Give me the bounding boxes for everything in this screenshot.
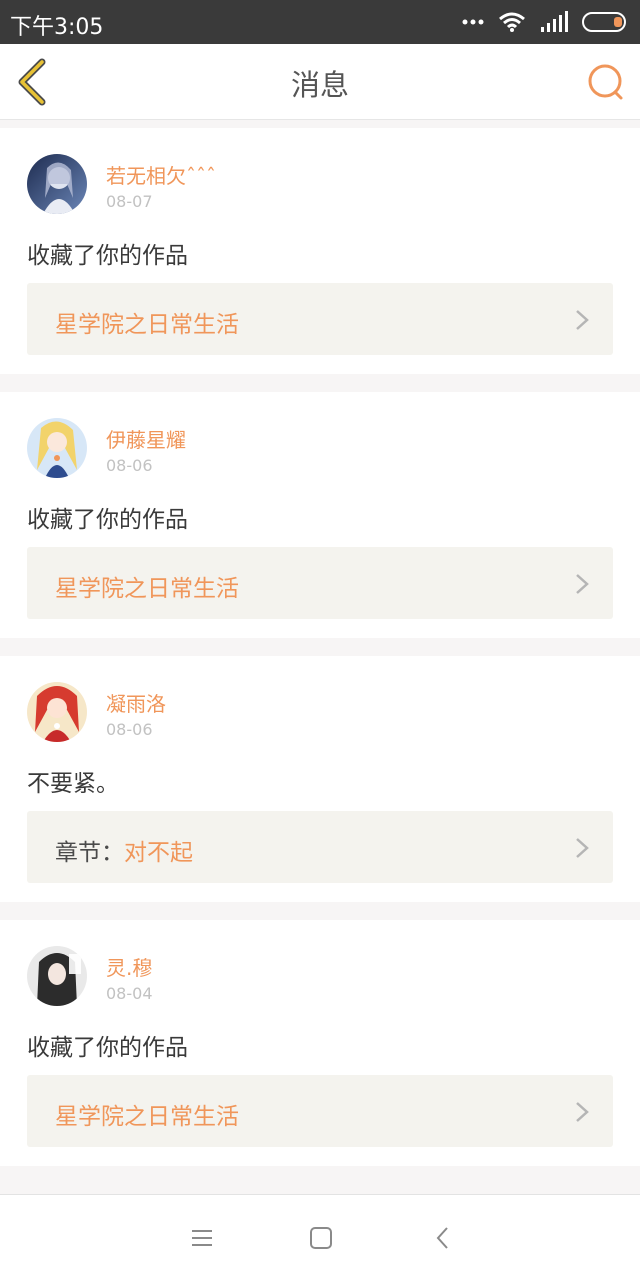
- menu-icon[interactable]: [187, 1223, 217, 1253]
- chevron-right-icon: [576, 310, 589, 330]
- user-name[interactable]: 若无相欠ˆˆˆ: [106, 160, 216, 189]
- work-link[interactable]: 星学院之日常生活: [27, 1075, 613, 1147]
- title-bar: 消息: [0, 44, 640, 120]
- battery-icon: [582, 12, 626, 32]
- message-text: 收藏了你的作品: [27, 1035, 188, 1061]
- wifi-icon: [499, 12, 525, 32]
- message-card: 凝雨洛 08-06 不要紧。 章节：对不起: [0, 656, 640, 902]
- search-icon[interactable]: [586, 62, 626, 102]
- home-icon[interactable]: [306, 1223, 336, 1253]
- status-time: 下午3:05: [10, 15, 104, 40]
- status-bar: 下午3:05: [0, 0, 640, 44]
- message-date: 08-06: [106, 720, 153, 739]
- link-title: 星学院之日常生活: [55, 1104, 239, 1130]
- link-title: 星学院之日常生活: [55, 312, 239, 338]
- work-link[interactable]: 星学院之日常生活: [27, 283, 613, 355]
- signal-icon: [541, 11, 568, 32]
- message-date: 08-07: [106, 192, 153, 211]
- page-title: 消息: [290, 68, 349, 102]
- avatar[interactable]: [27, 418, 87, 478]
- message-card: 若无相欠ˆˆˆ 08-07 收藏了你的作品 星学院之日常生活: [0, 128, 640, 374]
- chapter-link[interactable]: 章节：对不起: [27, 811, 613, 883]
- message-list: 若无相欠ˆˆˆ 08-07 收藏了你的作品 星学院之日常生活 伊藤星耀 08-0…: [0, 128, 640, 1184]
- message-text: 收藏了你的作品: [27, 507, 188, 533]
- chevron-right-icon: [576, 838, 589, 858]
- message-card: 灵.穆 08-04 收藏了你的作品 星学院之日常生活: [0, 920, 640, 1166]
- message-card: 伊藤星耀 08-06 收藏了你的作品 星学院之日常生活: [0, 392, 640, 638]
- avatar[interactable]: [27, 154, 87, 214]
- message-text: 不要紧。: [27, 771, 119, 797]
- system-nav-bar: [0, 1194, 640, 1280]
- user-name[interactable]: 伊藤星耀: [106, 424, 186, 453]
- link-title: 星学院之日常生活: [55, 576, 239, 602]
- work-link[interactable]: 星学院之日常生活: [27, 547, 613, 619]
- avatar[interactable]: [27, 682, 87, 742]
- user-name[interactable]: 灵.穆: [106, 952, 152, 981]
- more-dots-icon: [462, 19, 484, 25]
- back-icon[interactable]: [428, 1223, 458, 1253]
- link-prefix: 章节：: [55, 840, 124, 866]
- message-date: 08-04: [106, 984, 153, 1003]
- chevron-right-icon: [576, 1102, 589, 1122]
- link-title: 对不起: [124, 840, 193, 866]
- avatar[interactable]: [27, 946, 87, 1006]
- message-text: 收藏了你的作品: [27, 243, 188, 269]
- chevron-right-icon: [576, 574, 589, 594]
- user-name[interactable]: 凝雨洛: [106, 688, 166, 717]
- message-date: 08-06: [106, 456, 153, 475]
